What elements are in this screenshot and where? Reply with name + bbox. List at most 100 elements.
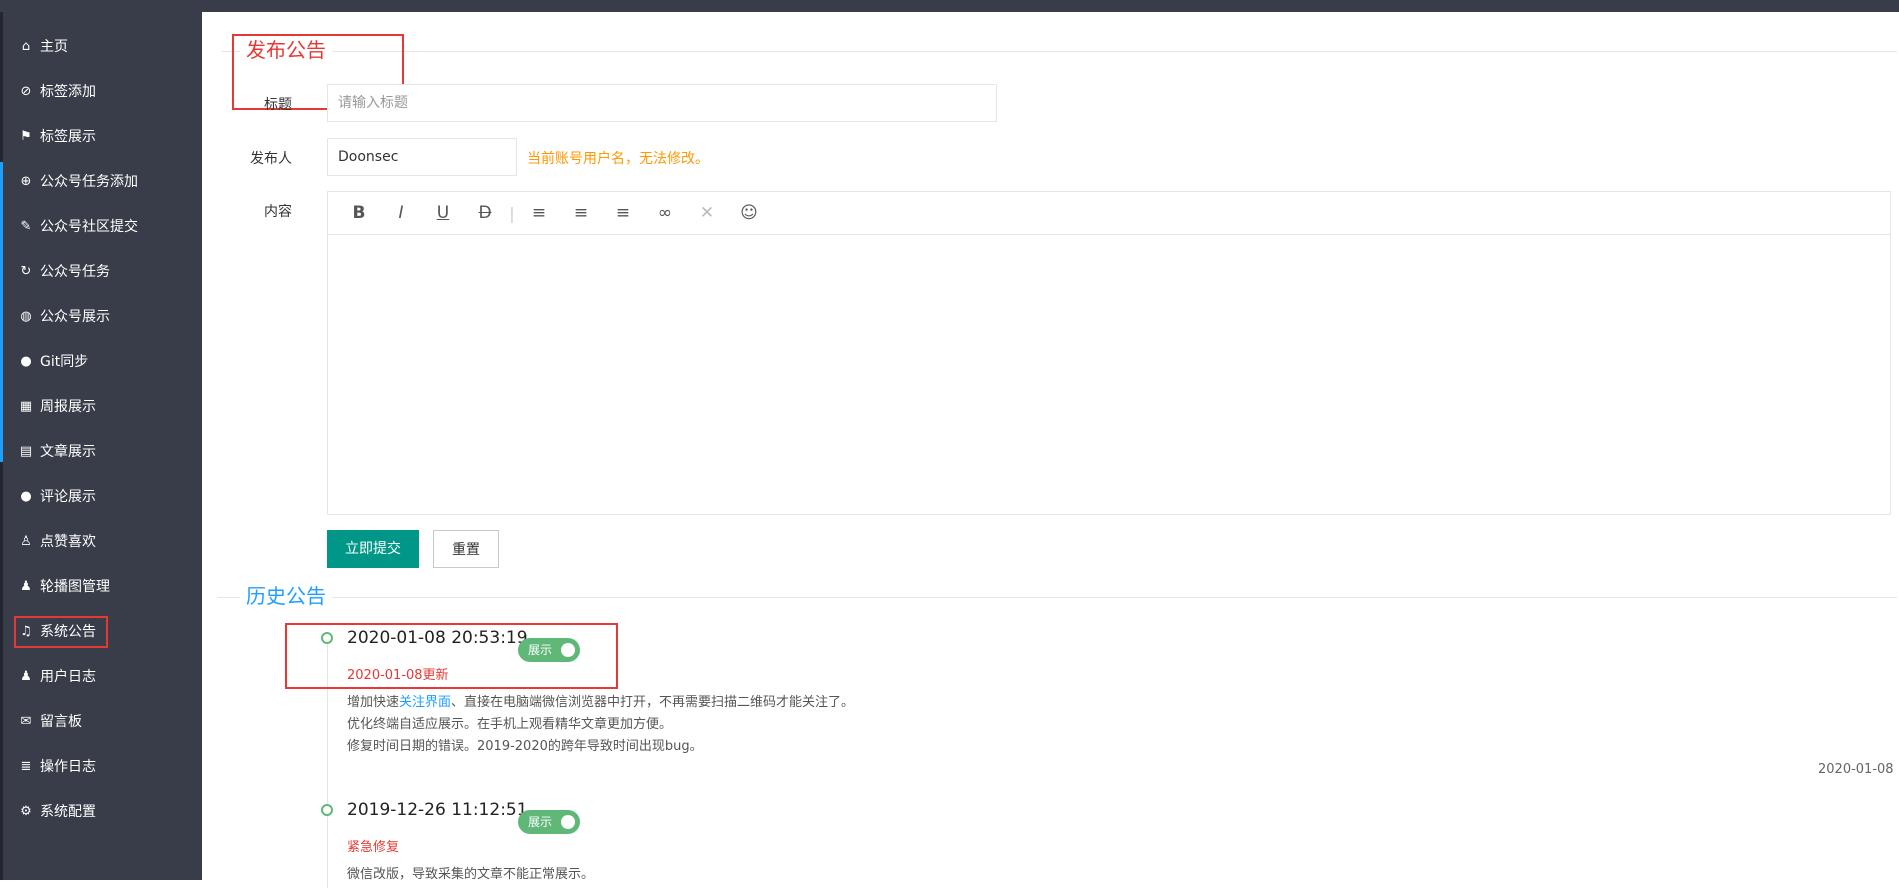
entry-line: 增加快速关注界面、直接在电脑端微信浏览器中打开，不再需要扫描二维码才能关注了。 [347,695,855,710]
message-board-icon: ✉ [20,714,32,729]
sidebar-item-label: 操作日志 [40,759,96,775]
display-toggle[interactable]: 展示 [518,810,580,834]
home-icon: ⌂ [21,39,31,54]
tag-icon: ⊘ [20,84,32,99]
sidebar: ⌂ 主页 ⊘ 标签添加 ⚑ 标签展示 ⊕ 公众号任务添加 ✎ 公众号社区提交 ↻ 公众号任务 ◍ 公众号展… [0,12,202,880]
sidebar-item[interactable]: ✎ 公众号社区提交 [18,213,138,241]
sidebar-item[interactable]: ♙ 点赞喜欢 [18,528,96,556]
publish-fieldset-line [222,51,1897,52]
entry-line: 微信改版，导致采集的文章不能正常展示。 [347,867,595,882]
toggle-knob [561,815,575,829]
book-icon: ▤ [19,444,33,459]
sidebar-item-label: 周报展示 [40,399,96,415]
main-content: 发布公告 标题 请输入标题 发布人 Doonsec 当前账号用户名，无法修改。 … [202,12,1899,888]
bold-icon[interactable]: B [338,203,380,223]
sidebar-item[interactable]: ⌂ 主页 [18,33,68,61]
sidebar-item[interactable]: ✉ 留言板 [18,708,82,736]
entry-datetime: 2019-12-26 11:12:51 [347,800,528,820]
edit-doc-icon: ✎ [20,219,32,234]
sidebar-item-label: Git同步 [40,354,89,370]
sidebar-item-label: 用户日志 [40,669,96,685]
sidebar-item[interactable]: ● Git同步 [18,348,88,376]
timeline-axis [327,638,328,888]
sidebar-item[interactable]: ▤ 文章展示 [18,438,96,466]
sidebar-item[interactable]: ⊕ 公众号任务添加 [18,168,138,196]
strikethrough-icon[interactable]: D [464,203,506,223]
toggle-knob [561,643,575,657]
link-icon[interactable]: ∞ [644,203,686,223]
history-legend: 历史公告 [240,582,332,610]
sidebar-item-label: 公众号任务 [40,264,110,280]
align-left-icon[interactable]: ≡ [518,203,560,223]
sidebar-item-label: 系统配置 [40,804,96,820]
sidebar-item[interactable]: ≣ 操作日志 [18,753,96,781]
underline-icon[interactable]: U [422,203,464,223]
sidebar-item[interactable]: ♟ 用户日志 [18,663,96,691]
sidebar-item-label: 标签添加 [40,84,96,100]
entry-body: 微信改版，导致采集的文章不能正常展示。 [347,864,594,886]
sidebar-item-label: 点赞喜欢 [40,534,96,550]
italic-icon[interactable]: I [380,203,422,223]
unlink-icon[interactable]: ✕ [686,203,728,223]
database-icon: ≣ [20,759,32,774]
entry-datetime: 2020-01-08 20:53:19 [347,628,528,648]
calendar-grid-icon: ▦ [19,399,33,414]
sidebar-item[interactable]: ↻ 公众号任务 [18,258,110,286]
sidebar-item-label: 标签展示 [40,129,96,145]
content-label: 内容 [264,204,292,220]
users-icon: ♟ [20,579,32,594]
chat-circle-icon: ◍ [20,309,32,324]
sidebar-item-label: 公众号任务添加 [40,174,138,190]
sidebar-edge-accent [0,162,3,462]
submit-button[interactable]: 立即提交 [327,530,419,568]
gear-icon: ⚙ [20,804,32,819]
toolbar-separator: | [509,203,515,223]
entry-footer-date: 2020-01-08 [1818,762,1894,777]
top-header-bar [0,0,1899,12]
display-toggle[interactable]: 展示 [518,638,580,662]
entry-subtitle: 紧急修复 [347,840,400,855]
sidebar-item[interactable]: ● 评论展示 [18,483,96,511]
editor-body[interactable] [328,235,1890,515]
sidebar-item[interactable]: ♟ 轮播图管理 [18,573,110,601]
entry-subtitle: 2020-01-08更新 [347,668,449,683]
history-fieldset-line [217,597,1897,598]
entry-line: 优化终端自适应展示。在手机上观看精华文章更加方便。 [347,717,673,732]
author-field: Doonsec [327,138,517,176]
entry-line: 修复时间日期的错误。2019-2020的跨年导致时间出现bug。 [347,739,703,754]
follow-page-link[interactable]: 关注界面 [399,695,451,710]
editor-toolbar: B I U D | ≡ ≡ ≡ ∞ ✕ ☺ [328,192,1890,235]
comment-icon: ● [20,489,32,504]
sidebar-item[interactable]: ⚙ 系统配置 [18,798,96,826]
sidebar-item-label: 公众号展示 [40,309,110,325]
publish-legend: 发布公告 [240,36,332,64]
plus-circle-icon: ⊕ [20,174,32,189]
entry-body: 增加快速关注界面、直接在电脑端微信浏览器中打开，不再需要扫描二维码才能关注了。 … [347,692,854,758]
sidebar-item[interactable]: ▦ 周报展示 [18,393,96,421]
sidebar-item-label: 公众号社区提交 [40,219,138,235]
author-hint: 当前账号用户名，无法修改。 [527,151,709,167]
sidebar-item[interactable]: ⊘ 标签添加 [18,78,96,106]
github-icon: ● [20,354,32,369]
title-label: 标题 [264,97,292,113]
align-right-icon[interactable]: ≡ [602,203,644,223]
sidebar-item[interactable]: ⚑ 标签展示 [18,123,96,151]
reset-button[interactable]: 重置 [433,530,499,568]
rich-text-editor: B I U D | ≡ ≡ ≡ ∞ ✕ ☺ [327,191,1891,515]
sidebar-item-label: 评论展示 [40,489,96,505]
sidebar-item[interactable]: ♫ 系统公告 [14,616,108,648]
toggle-label: 展示 [528,643,553,657]
sidebar-item-label: 文章展示 [40,444,96,460]
refresh-icon: ↻ [20,264,32,279]
bell-icon: ♫ [20,624,32,639]
title-input[interactable]: 请输入标题 [327,84,997,122]
sidebar-item[interactable]: ◍ 公众号展示 [18,303,110,331]
author-label: 发布人 [250,151,292,167]
user-group-icon: ♟ [20,669,32,684]
timeline-dot [321,804,333,816]
timeline-dot [321,632,333,644]
emoji-icon[interactable]: ☺ [728,203,770,223]
align-center-icon[interactable]: ≡ [560,203,602,223]
sidebar-item-label: 轮播图管理 [40,579,110,595]
sidebar-item-label: 留言板 [40,714,82,730]
